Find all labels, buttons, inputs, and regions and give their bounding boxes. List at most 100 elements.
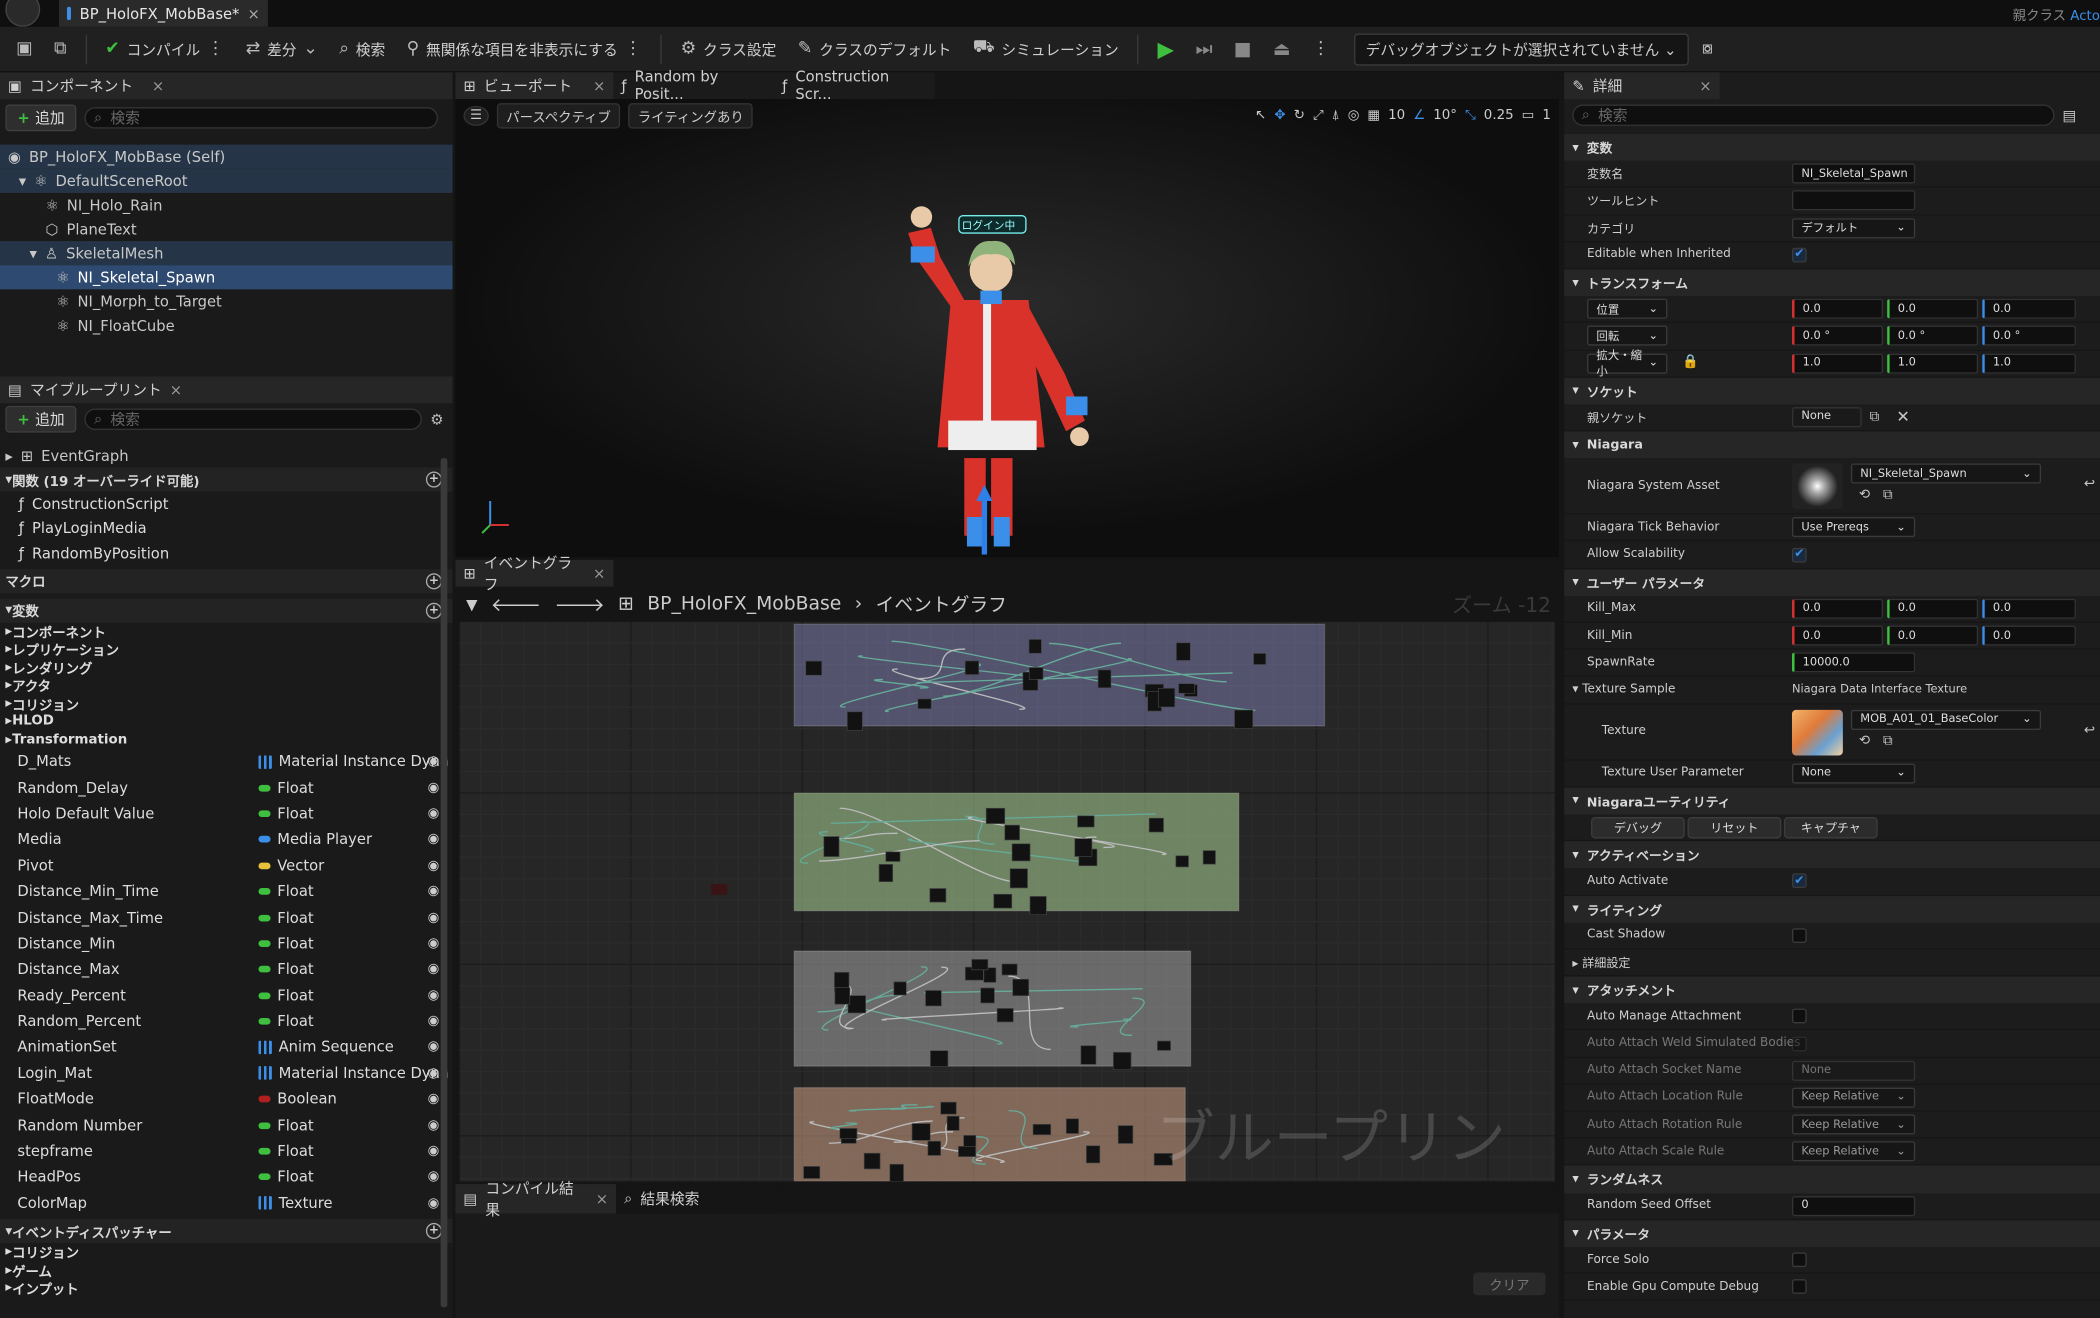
visibility-eye-icon[interactable]: ◉ bbox=[428, 754, 440, 769]
visibility-eye-icon[interactable]: ◉ bbox=[428, 988, 440, 1003]
variable-item[interactable]: D_Mats Material Instance Dyna ◉ bbox=[0, 749, 453, 775]
browse-asset-icon[interactable]: ⧉ bbox=[1883, 733, 1893, 748]
tab-random-by-position[interactable]: ƒ Random by Posit... bbox=[613, 68, 775, 103]
compile-button[interactable]: ✔ コンパイル ⋮ bbox=[97, 34, 232, 63]
variable-type[interactable]: Float bbox=[277, 961, 313, 978]
visibility-eye-icon[interactable]: ◉ bbox=[428, 884, 440, 899]
allow-scalability-checkbox[interactable]: ✔ bbox=[1791, 547, 1807, 562]
section-randomness[interactable]: ▾ ランダムネス bbox=[1564, 1165, 2100, 1193]
kill-max-y-input[interactable]: 0.0 bbox=[1887, 598, 1979, 619]
variable-item[interactable]: AnimationSet Anim Sequence ◉ bbox=[0, 1034, 453, 1060]
add-function-icon[interactable]: + bbox=[425, 471, 442, 488]
texture-user-param-select[interactable]: None ⌄ bbox=[1791, 763, 1916, 784]
location-x-input[interactable]: 0.0 bbox=[1791, 298, 1884, 320]
visibility-eye-icon[interactable]: ◉ bbox=[428, 962, 440, 977]
variable-item[interactable]: FloatMode Boolean ◉ bbox=[0, 1086, 453, 1112]
reset-to-default-icon[interactable]: ↩ bbox=[2084, 723, 2095, 738]
visibility-eye-icon[interactable]: ◉ bbox=[428, 1118, 440, 1133]
save-button[interactable]: ▣ bbox=[8, 35, 41, 63]
scale-mode-select[interactable]: 拡大・縮小 ⌄ bbox=[1587, 350, 1668, 379]
translate-icon[interactable]: ✥ bbox=[1274, 108, 1285, 123]
variable-type[interactable]: Anim Sequence bbox=[279, 1039, 394, 1056]
force-solo-checkbox[interactable] bbox=[1791, 1252, 1807, 1268]
bookmark-icon[interactable]: ▼ bbox=[466, 595, 477, 612]
variable-item[interactable]: Random_Percent Float ◉ bbox=[0, 1008, 453, 1034]
variable-type[interactable]: Vector bbox=[277, 857, 324, 874]
close-icon[interactable]: × bbox=[152, 77, 164, 94]
my-blueprint-search-input[interactable]: ⌕ 検索 bbox=[84, 408, 423, 430]
tree-item-plane-text[interactable]: ⬡ PlaneText bbox=[0, 217, 453, 241]
forward-arrow-icon[interactable]: 🡒 bbox=[554, 593, 604, 615]
components-search-input[interactable]: ⌕ 検索 bbox=[84, 107, 439, 129]
expand-arrow-icon[interactable]: ▾ bbox=[29, 244, 36, 261]
variable-item[interactable]: Ready_Percent Float ◉ bbox=[0, 982, 453, 1008]
rotation-z-input[interactable]: 0.0 ° bbox=[1982, 326, 2076, 347]
visibility-eye-icon[interactable]: ◉ bbox=[428, 832, 440, 847]
variable-type[interactable]: Float bbox=[277, 805, 313, 822]
macros-category[interactable]: マクロ + bbox=[0, 568, 453, 593]
visibility-eye-icon[interactable]: ◉ bbox=[428, 858, 440, 873]
visibility-eye-icon[interactable]: ◉ bbox=[428, 1144, 440, 1159]
section-socket[interactable]: ▾ ソケット bbox=[1564, 377, 2100, 405]
browse-asset-icon[interactable]: ⧉ bbox=[1883, 488, 1893, 503]
add-component-button[interactable]: + 追加 bbox=[5, 104, 77, 132]
variable-type[interactable]: Material Instance Dyna bbox=[279, 753, 449, 770]
kill-min-z-input[interactable]: 0.0 bbox=[1982, 625, 2076, 646]
close-icon[interactable]: × bbox=[596, 1190, 608, 1207]
parent-class-link[interactable]: Acto bbox=[2070, 9, 2100, 24]
variable-subcategory[interactable]: ▸ HLOD bbox=[0, 713, 453, 731]
more-icon[interactable]: ⋮ bbox=[624, 39, 641, 59]
section-transform[interactable]: ▾ トランスフォーム bbox=[1564, 269, 2100, 297]
variable-type[interactable]: Float bbox=[277, 1117, 313, 1134]
tab-event-graph[interactable]: ⊞ イベントグラフ × bbox=[455, 555, 614, 593]
details-search-input[interactable]: ⌕ 検索 bbox=[1572, 104, 2055, 126]
section-parameters[interactable]: ▾ パラメータ bbox=[1564, 1219, 2100, 1247]
rotation-snap-value[interactable]: 10° bbox=[1433, 108, 1457, 123]
variable-item[interactable]: Media Media Player ◉ bbox=[0, 827, 453, 853]
my-blueprint-tab[interactable]: ▤ マイブループリント × bbox=[0, 376, 453, 404]
rotation-y-input[interactable]: 0.0 ° bbox=[1887, 326, 1979, 347]
close-icon[interactable]: × bbox=[170, 381, 182, 398]
variable-type[interactable]: Float bbox=[277, 987, 313, 1004]
kill-max-z-input[interactable]: 0.0 bbox=[1982, 598, 2076, 619]
expand-arrow-icon[interactable]: ▾ bbox=[19, 172, 26, 189]
simulation-button[interactable]: ⛟ シミュレーション bbox=[965, 33, 1127, 64]
grid-snap-value[interactable]: 10 bbox=[1388, 108, 1405, 123]
add-dispatcher-icon[interactable]: + bbox=[425, 1222, 442, 1240]
variable-type[interactable]: Material Instance Dyna bbox=[279, 1065, 449, 1082]
section-variable[interactable]: ▾ 変数 bbox=[1564, 133, 2100, 161]
variable-subcategory[interactable]: ▸ Transformation bbox=[0, 731, 453, 749]
auto-manage-checkbox[interactable] bbox=[1791, 1009, 1807, 1024]
variable-item[interactable]: Distance_Min_Time Float ◉ bbox=[0, 879, 453, 905]
variable-type[interactable]: Float bbox=[277, 1169, 313, 1186]
stop-button[interactable]: ■ bbox=[1226, 34, 1260, 63]
debug-object-select[interactable]: デバッグオブジェクトが選択されていません ⌄ bbox=[1353, 32, 1689, 65]
variable-item[interactable]: Distance_Max Float ◉ bbox=[0, 957, 453, 983]
visibility-eye-icon[interactable]: ◉ bbox=[428, 806, 440, 821]
tree-item-self[interactable]: ◉ BP_HoloFX_MobBase (Self) bbox=[0, 144, 453, 169]
section-attachment[interactable]: ▾ アタッチメント bbox=[1564, 976, 2100, 1004]
debug-locate-button[interactable]: ⧇ bbox=[1694, 35, 1721, 63]
variable-item[interactable]: Pivot Vector ◉ bbox=[0, 853, 453, 879]
location-y-input[interactable]: 0.0 bbox=[1887, 298, 1979, 320]
rotation-mode-select[interactable]: 回転 ⌄ bbox=[1587, 326, 1668, 347]
use-selected-icon[interactable]: ⟲ bbox=[1859, 733, 1870, 748]
rotation-snap-icon[interactable]: ∠ bbox=[1413, 108, 1425, 123]
tree-item-ni-morph-to-target[interactable]: ⚛ NI_Morph_to_Target bbox=[0, 289, 453, 313]
variable-item[interactable]: Holo Default Value Float ◉ bbox=[0, 801, 453, 827]
components-tab[interactable]: ▣ コンポーネント × bbox=[0, 72, 453, 100]
diff-button[interactable]: ⇄ 差分 ⌄ bbox=[238, 34, 326, 63]
tree-item-skeletal-mesh[interactable]: ▾ ♙ SkeletalMesh bbox=[0, 241, 453, 266]
clear-button[interactable]: クリア bbox=[1473, 1272, 1546, 1296]
debug-button[interactable]: デバッグ bbox=[1591, 816, 1685, 838]
dispatcher-subcategory[interactable]: ▸ ゲーム bbox=[0, 1261, 453, 1280]
play-options-button[interactable]: ⋮ bbox=[1304, 35, 1337, 63]
close-icon[interactable]: × bbox=[1699, 77, 1711, 94]
scale-y-input[interactable]: 1.0 bbox=[1887, 353, 1979, 374]
lighting-button[interactable]: ライティングあり bbox=[628, 102, 754, 128]
variable-name-input[interactable]: NI_Skeletal_Spawn bbox=[1791, 163, 1916, 184]
variable-item[interactable]: HeadPos Float ◉ bbox=[0, 1164, 453, 1190]
location-mode-select[interactable]: 位置 ⌄ bbox=[1587, 298, 1668, 320]
use-selected-icon[interactable]: ⟲ bbox=[1859, 488, 1870, 503]
event-graph-canvas[interactable]: ブループリント bbox=[459, 621, 1555, 1182]
